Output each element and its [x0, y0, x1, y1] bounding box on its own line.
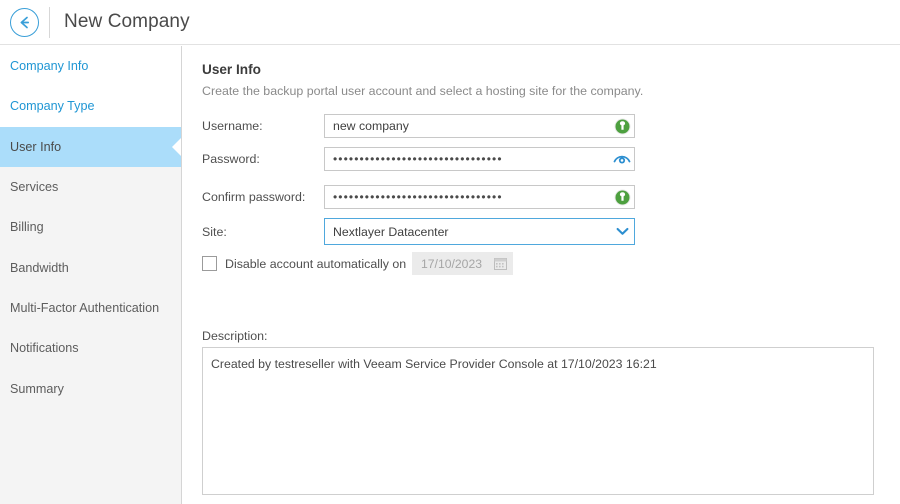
sidebar-item-multi-factor-authentication[interactable]: Multi-Factor Authentication	[0, 288, 181, 328]
confirm-password-label: Confirm password:	[202, 190, 306, 204]
sidebar-item-label: Services	[10, 180, 59, 195]
page-title: New Company	[64, 11, 190, 32]
sidebar-item-bandwidth[interactable]: Bandwidth	[0, 247, 181, 287]
disable-account-date-value: 17/10/2023	[421, 256, 482, 271]
description-label: Description:	[202, 329, 268, 343]
wizard-steps-sidebar: Company Info Company Type User Info Serv…	[0, 46, 182, 504]
disable-account-date-field: 17/10/2023	[412, 252, 513, 275]
sidebar-item-company-info[interactable]: Company Info	[0, 46, 181, 87]
back-arrow-circle-icon	[20, 16, 30, 29]
sidebar-item-label: Company Info	[10, 59, 89, 74]
wizard-header: New Company	[0, 0, 900, 45]
username-label: Username:	[202, 119, 263, 133]
confirm-password-input[interactable]: ••••••••••••••••••••••••••••••••	[325, 186, 610, 208]
chevron-down-icon[interactable]	[610, 221, 634, 243]
password-label: Password:	[202, 152, 260, 166]
username-field[interactable]: new company	[324, 114, 635, 138]
wizard-main-panel: User Info Create the backup portal user …	[183, 46, 900, 504]
site-dropdown[interactable]: Nextlayer Datacenter	[324, 218, 635, 245]
password-input[interactable]: ••••••••••••••••••••••••••••••••	[325, 148, 610, 170]
calendar-icon	[487, 252, 513, 275]
password-field[interactable]: ••••••••••••••••••••••••••••••••	[324, 147, 635, 171]
username-input[interactable]: new company	[325, 115, 610, 137]
back-button[interactable]	[10, 8, 39, 37]
disable-account-checkbox[interactable]	[202, 256, 217, 271]
sidebar-item-label: User Info	[10, 139, 62, 154]
sidebar-item-user-info[interactable]: User Info	[0, 126, 181, 167]
section-subtitle: Create the backup portal user account an…	[202, 84, 644, 98]
disable-account-label: Disable account automatically on	[225, 257, 407, 271]
disable-account-row: Disable account automatically on 17/10/2…	[202, 252, 532, 278]
confirm-password-field[interactable]: ••••••••••••••••••••••••••••••••	[324, 185, 635, 209]
description-value: Created by testreseller with Veeam Servi…	[211, 357, 657, 371]
sidebar-item-notifications[interactable]: Notifications	[0, 328, 181, 368]
new-company-wizard: New Company Company Info Company Type Us…	[0, 0, 900, 504]
validation-ok-icon	[610, 115, 634, 137]
reveal-password-eye-icon[interactable]	[610, 148, 634, 170]
validation-ok-icon	[610, 186, 634, 208]
sidebar-item-summary[interactable]: Summary	[0, 368, 181, 408]
section-title: User Info	[202, 62, 261, 77]
header-divider	[49, 7, 50, 38]
sidebar-item-label: Summary	[10, 381, 64, 396]
site-selected-value: Nextlayer Datacenter	[333, 224, 449, 239]
site-label: Site:	[202, 224, 227, 239]
sidebar-item-billing[interactable]: Billing	[0, 207, 181, 247]
description-textarea[interactable]: Created by testreseller with Veeam Servi…	[202, 347, 874, 495]
sidebar-item-label: Bandwidth	[10, 260, 69, 275]
sidebar-item-label: Multi-Factor Authentication	[10, 300, 160, 315]
sidebar-item-label: Company Type	[10, 99, 95, 114]
sidebar-item-services[interactable]: Services	[0, 167, 181, 207]
sidebar-item-company-type[interactable]: Company Type	[0, 86, 181, 127]
sidebar-item-label: Notifications	[10, 341, 79, 356]
sidebar-item-label: Billing	[10, 220, 44, 235]
